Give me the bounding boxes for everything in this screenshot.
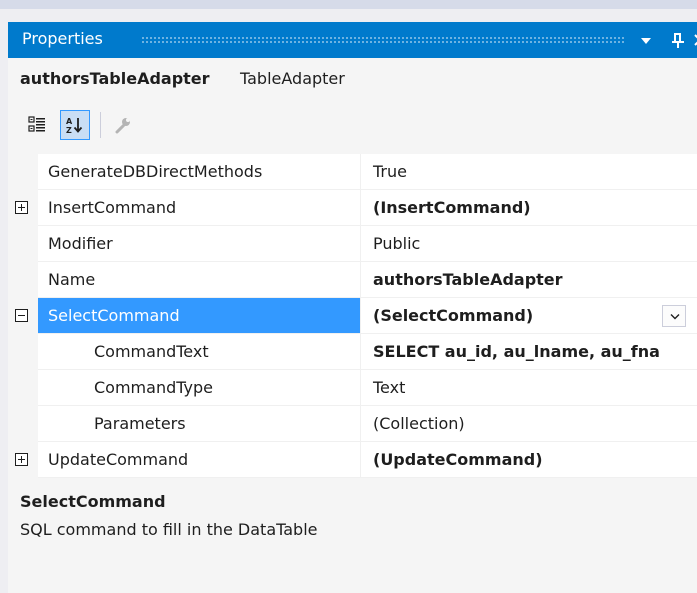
property-value: Text bbox=[373, 378, 406, 397]
property-name: Parameters bbox=[94, 414, 186, 433]
property-value-cell[interactable]: (UpdateCommand) bbox=[361, 442, 697, 478]
object-selector[interactable]: authorsTableAdapter TableAdapter bbox=[8, 58, 697, 98]
property-name: Modifier bbox=[48, 234, 113, 253]
description-title: SelectCommand bbox=[20, 492, 166, 511]
property-value: Public bbox=[373, 234, 421, 253]
property-name: Name bbox=[48, 270, 96, 289]
property-name: InsertCommand bbox=[48, 198, 177, 217]
property-value: (Collection) bbox=[373, 414, 465, 433]
property-value-cell[interactable]: authorsTableAdapter bbox=[361, 262, 697, 298]
property-row[interactable]: InsertCommand (InsertCommand) bbox=[8, 190, 697, 226]
alphabetical-sort-icon: A Z bbox=[66, 117, 83, 134]
property-grid: GenerateDBDirectMethods True InsertComma… bbox=[8, 154, 697, 478]
property-name: SelectCommand bbox=[48, 306, 180, 325]
property-value: (InsertCommand) bbox=[373, 198, 531, 217]
row-margin bbox=[8, 262, 38, 298]
property-row[interactable]: Modifier Public bbox=[8, 226, 697, 262]
svg-text:A: A bbox=[66, 117, 73, 126]
property-value-cell[interactable]: (InsertCommand) bbox=[361, 190, 697, 226]
close-icon[interactable] bbox=[693, 31, 697, 49]
object-type: TableAdapter bbox=[240, 69, 345, 88]
property-name: UpdateCommand bbox=[48, 450, 189, 469]
toolbar-separator bbox=[100, 112, 101, 138]
chevron-down-icon bbox=[670, 314, 680, 320]
property-name: CommandType bbox=[94, 378, 213, 397]
property-name-cell[interactable]: CommandType bbox=[38, 370, 361, 406]
property-name: GenerateDBDirectMethods bbox=[48, 162, 263, 181]
property-value-cell[interactable]: SELECT au_id, au_lname, au_fna bbox=[361, 334, 697, 370]
property-name: CommandText bbox=[94, 342, 209, 361]
description-pane: SelectCommand SQL command to fill in the… bbox=[8, 484, 697, 593]
pin-icon[interactable] bbox=[670, 31, 686, 49]
property-pages-button[interactable] bbox=[108, 110, 138, 140]
property-row-selected[interactable]: SelectCommand (SelectCommand) bbox=[8, 298, 697, 334]
svg-text:Z: Z bbox=[66, 126, 72, 134]
property-name-cell[interactable]: GenerateDBDirectMethods bbox=[38, 154, 361, 190]
property-row[interactable]: Parameters (Collection) bbox=[8, 406, 697, 442]
triangle-down-icon[interactable] bbox=[639, 33, 653, 47]
property-value-cell[interactable]: True bbox=[361, 154, 697, 190]
property-name-cell[interactable]: Name bbox=[38, 262, 361, 298]
property-name-cell[interactable]: SelectCommand bbox=[38, 298, 361, 334]
property-value-cell[interactable]: Public bbox=[361, 226, 697, 262]
row-margin bbox=[8, 406, 38, 442]
property-value: True bbox=[373, 162, 407, 181]
property-name-cell[interactable]: Parameters bbox=[38, 406, 361, 442]
top-strip bbox=[0, 0, 697, 9]
property-row[interactable]: CommandType Text bbox=[8, 370, 697, 406]
row-margin bbox=[8, 226, 38, 262]
property-name-cell[interactable]: Modifier bbox=[38, 226, 361, 262]
property-row[interactable]: GenerateDBDirectMethods True bbox=[8, 154, 697, 190]
collapse-icon[interactable] bbox=[15, 309, 28, 322]
value-dropdown-button[interactable] bbox=[662, 305, 686, 327]
property-value: SELECT au_id, au_lname, au_fna bbox=[373, 342, 660, 361]
property-name-cell[interactable]: InsertCommand bbox=[38, 190, 361, 226]
property-name-cell[interactable]: UpdateCommand bbox=[38, 442, 361, 478]
row-margin bbox=[8, 370, 38, 406]
expand-icon[interactable] bbox=[15, 201, 28, 214]
wrench-icon bbox=[115, 118, 130, 134]
property-row[interactable]: Name authorsTableAdapter bbox=[8, 262, 697, 298]
categorized-button[interactable] bbox=[22, 110, 52, 140]
categorized-icon bbox=[28, 116, 45, 132]
expand-icon[interactable] bbox=[15, 453, 28, 466]
property-row[interactable]: CommandText SELECT au_id, au_lname, au_f… bbox=[8, 334, 697, 370]
property-value-cell[interactable]: (SelectCommand) bbox=[361, 298, 697, 334]
title-bar[interactable]: Properties bbox=[8, 22, 697, 58]
left-strip bbox=[0, 9, 8, 593]
row-margin bbox=[8, 334, 38, 370]
object-name: authorsTableAdapter bbox=[20, 69, 210, 88]
toolbar: A Z bbox=[8, 98, 697, 154]
alphabetical-button[interactable]: A Z bbox=[60, 110, 90, 140]
property-name-cell[interactable]: CommandText bbox=[38, 334, 361, 370]
property-row[interactable]: UpdateCommand (UpdateCommand) bbox=[8, 442, 697, 478]
property-value-cell[interactable]: (Collection) bbox=[361, 406, 697, 442]
property-value: authorsTableAdapter bbox=[373, 270, 563, 289]
property-value: (UpdateCommand) bbox=[373, 450, 543, 469]
drag-grip[interactable] bbox=[141, 36, 625, 43]
property-value: (SelectCommand) bbox=[373, 306, 534, 325]
panel-title: Properties bbox=[22, 29, 103, 48]
description-text: SQL command to fill in the DataTable bbox=[20, 520, 318, 539]
row-margin bbox=[8, 154, 38, 190]
property-value-cell[interactable]: Text bbox=[361, 370, 697, 406]
